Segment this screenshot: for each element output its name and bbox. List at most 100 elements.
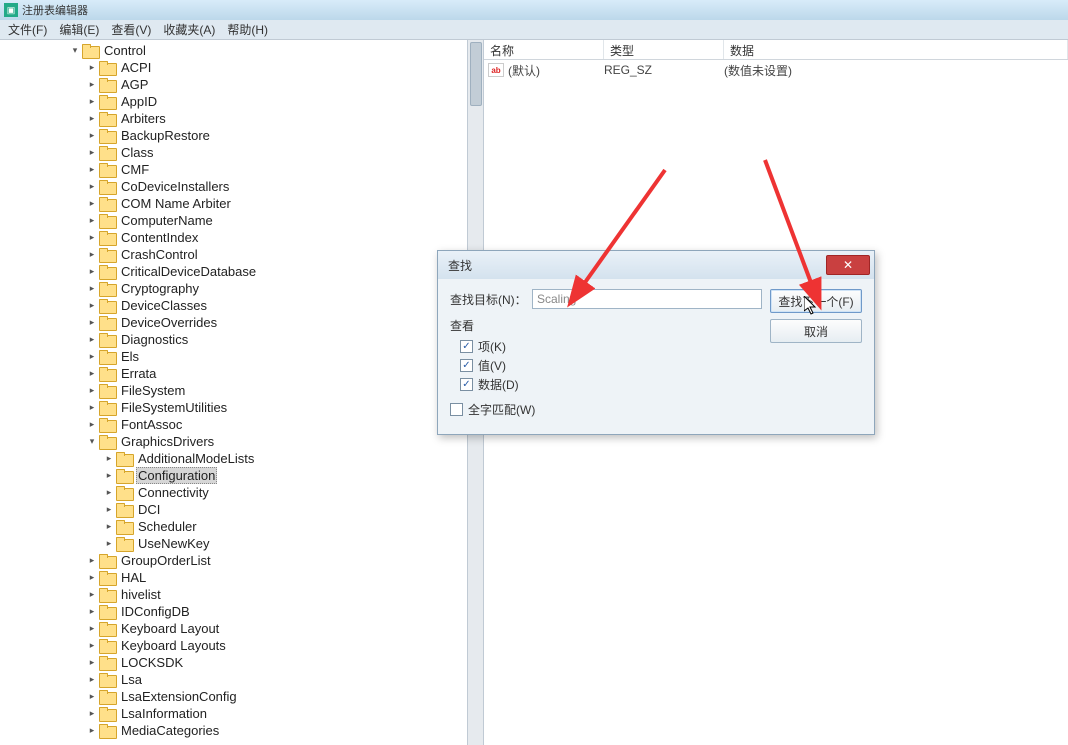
tree-node-label: CrashControl [119, 247, 200, 262]
tree-node[interactable]: ▸Cryptography [0, 280, 483, 297]
tree-node[interactable]: ▸Lsa [0, 671, 483, 688]
folder-icon [99, 197, 115, 210]
tree-node-label: LsaExtensionConfig [119, 689, 239, 704]
folder-icon [99, 146, 115, 159]
col-type[interactable]: 类型 [604, 40, 724, 59]
tree-node[interactable]: ▸ContentIndex [0, 229, 483, 246]
tree-node[interactable]: ▸FileSystemUtilities [0, 399, 483, 416]
tree-node[interactable]: ▸hivelist [0, 586, 483, 603]
chk-data-label: 数据(D) [478, 376, 519, 393]
tree-node[interactable]: ▾GraphicsDrivers [0, 433, 483, 450]
tree-node[interactable]: ▸Els [0, 348, 483, 365]
folder-icon [99, 673, 115, 686]
tree-node[interactable]: ▸DCI [0, 501, 483, 518]
expand-icon: ▸ [85, 110, 99, 127]
folder-icon [99, 588, 115, 601]
folder-icon [99, 180, 115, 193]
tree-node[interactable]: ▸COM Name Arbiter [0, 195, 483, 212]
tree-node[interactable]: ▸ MediaCategories [0, 722, 483, 739]
tree-node-label: FontAssoc [119, 417, 184, 432]
scrollbar-thumb[interactable] [470, 42, 482, 106]
folder-icon [99, 333, 115, 346]
folder-icon [99, 61, 115, 74]
value-name: (默认) [508, 62, 604, 79]
tree-node[interactable]: ▸AGP [0, 76, 483, 93]
folder-icon [99, 418, 115, 431]
menu-bar: 文件(F) 编辑(E) 查看(V) 收藏夹(A) 帮助(H) [0, 20, 1068, 40]
find-dialog-title-bar[interactable]: 查找 ✕ [438, 251, 874, 279]
tree-node[interactable]: ▸Configuration [0, 467, 483, 484]
tree-node[interactable]: ▸DeviceClasses [0, 297, 483, 314]
tree-node[interactable]: ▸LsaInformation [0, 705, 483, 722]
registry-tree[interactable]: ▾Control▸ACPI▸AGP▸AppID▸Arbiters▸BackupR… [0, 40, 483, 739]
folder-icon [116, 452, 132, 465]
menu-fav[interactable]: 收藏夹(A) [157, 21, 221, 38]
tree-node[interactable]: ▸ACPI [0, 59, 483, 76]
tree-node[interactable]: ▸CMF [0, 161, 483, 178]
expand-icon: ▸ [85, 76, 99, 93]
value-row[interactable]: ab (默认) REG_SZ (数值未设置) [484, 60, 1068, 80]
tree-node[interactable]: ▸BackupRestore [0, 127, 483, 144]
menu-view[interactable]: 查看(V) [105, 21, 157, 38]
col-name[interactable]: 名称 [484, 40, 604, 59]
folder-icon [99, 384, 115, 397]
folder-icon [99, 129, 115, 142]
menu-file[interactable]: 文件(F) [2, 21, 53, 38]
find-dialog: 查找 ✕ 查找目标(N)： 查看 项(K) 值(V) 数据(D) 全字匹配(W)… [437, 250, 875, 435]
expand-icon: ▸ [85, 399, 99, 416]
cancel-button[interactable]: 取消 [770, 319, 862, 343]
tree-node[interactable]: ▸Errata [0, 365, 483, 382]
folder-icon [99, 95, 115, 108]
expand-icon: ▸ [85, 722, 99, 739]
tree-node[interactable]: ▸Keyboard Layout [0, 620, 483, 637]
tree-node[interactable]: ▸AdditionalModeLists [0, 450, 483, 467]
tree-node[interactable]: ▸Keyboard Layouts [0, 637, 483, 654]
expand-icon: ▸ [85, 688, 99, 705]
tree-node[interactable]: ▸ LsaExtensionConfig [0, 688, 483, 705]
tree-node[interactable]: ▸Connectivity [0, 484, 483, 501]
find-next-button[interactable]: 查找下一个(F) [770, 289, 862, 313]
expand-icon: ▸ [85, 280, 99, 297]
tree-node[interactable]: ▸LOCKSDK [0, 654, 483, 671]
title-bar: ▣ 注册表编辑器 [0, 0, 1068, 20]
chk-values[interactable] [460, 359, 473, 372]
folder-icon [99, 248, 115, 261]
tree-node[interactable]: ▸UseNewKey [0, 535, 483, 552]
expand-icon: ▸ [85, 365, 99, 382]
tree-node[interactable]: ▸HAL [0, 569, 483, 586]
folder-icon [99, 554, 115, 567]
menu-help[interactable]: 帮助(H) [221, 21, 274, 38]
tree-node-label: AdditionalModeLists [136, 451, 256, 466]
tree-node-label: BackupRestore [119, 128, 212, 143]
tree-node[interactable]: ▸CrashControl [0, 246, 483, 263]
menu-edit[interactable]: 编辑(E) [53, 21, 105, 38]
expand-icon: ▸ [85, 416, 99, 433]
expand-icon: ▸ [102, 535, 116, 552]
tree-node[interactable]: ▸AppID [0, 93, 483, 110]
tree-node[interactable]: ▸IDConfigDB [0, 603, 483, 620]
tree-node[interactable]: ▸DeviceOverrides [0, 314, 483, 331]
tree-node[interactable]: ▸FileSystem [0, 382, 483, 399]
tree-node[interactable]: ▸ComputerName [0, 212, 483, 229]
tree-node[interactable]: ▸Class [0, 144, 483, 161]
find-target-input[interactable] [532, 289, 762, 309]
tree-node[interactable]: ▸GroupOrderList [0, 552, 483, 569]
tree-node[interactable]: ▸ FontAssoc [0, 416, 483, 433]
chk-keys[interactable] [460, 340, 473, 353]
tree-node[interactable]: ▸CoDeviceInstallers [0, 178, 483, 195]
chk-whole[interactable] [450, 403, 463, 416]
folder-icon [99, 690, 115, 703]
chk-data[interactable] [460, 378, 473, 391]
tree-node[interactable]: ▸Arbiters [0, 110, 483, 127]
tree-node[interactable]: ▾Control [0, 42, 483, 59]
expand-icon: ▸ [85, 331, 99, 348]
tree-node-label: Els [119, 349, 141, 364]
tree-node[interactable]: ▸Scheduler [0, 518, 483, 535]
close-button[interactable]: ✕ [826, 255, 870, 275]
tree-node[interactable]: ▸Diagnostics [0, 331, 483, 348]
col-data[interactable]: 数据 [724, 40, 1068, 59]
expand-icon: ▸ [85, 93, 99, 110]
tree-node[interactable]: ▸CriticalDeviceDatabase [0, 263, 483, 280]
folder-icon [116, 537, 132, 550]
tree-node-label: MediaCategories [119, 723, 221, 738]
